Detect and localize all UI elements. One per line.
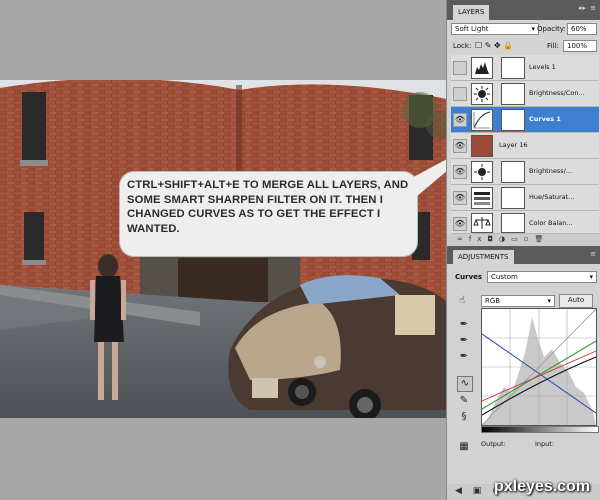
opacity-label: Opacity: xyxy=(537,25,566,33)
layers-panel: LAYERS ◂▸ ≡ Soft Light ▾ Opacity: 60% Lo… xyxy=(446,0,600,246)
tab-layers[interactable]: LAYERS xyxy=(453,5,490,20)
eye-icon[interactable]: 👁 xyxy=(453,217,467,231)
layer-image-thumb xyxy=(471,135,493,157)
curves-adjustment-icon xyxy=(471,109,493,131)
fill-input[interactable]: 100% xyxy=(563,40,597,52)
brightness-adjustment-icon xyxy=(471,161,493,183)
panel-menu-icon[interactable]: ◂▸ ≡ xyxy=(578,4,597,12)
layer-name: Hue/Saturat... xyxy=(529,193,575,201)
layer-row[interactable]: 👁 Hue/Saturat... xyxy=(451,185,599,211)
layer-mask-thumb xyxy=(501,187,525,209)
layer-row[interactable]: 👁 Layer 16 xyxy=(451,133,599,159)
layer-mask-thumb xyxy=(501,213,525,233)
layer-name: Levels 1 xyxy=(529,63,556,71)
site-watermark: pxleyes.com xyxy=(494,478,591,495)
input-label: Input: xyxy=(535,440,555,448)
visibility-toggle[interactable] xyxy=(453,61,467,75)
opacity-input[interactable]: 60% xyxy=(567,23,597,35)
workspace: CTRL+SHIFT+ALT+E TO MERGE ALL LAYERS, AN… xyxy=(0,0,600,500)
fill-value: 100% xyxy=(567,42,588,50)
lock-label: Lock: xyxy=(453,42,472,50)
layer-name: Brightness/... xyxy=(529,167,573,175)
layer-mask-thumb xyxy=(501,161,525,183)
layer-mask-thumb xyxy=(501,83,525,105)
layer-mask-thumb xyxy=(501,57,525,79)
levels-adjustment-icon xyxy=(471,57,493,79)
layers-footer: ∞fx◘◑▭▫🗑 xyxy=(447,234,600,246)
curves-histogram xyxy=(481,308,597,426)
layer-row[interactable]: Levels 1 xyxy=(451,55,599,81)
adjustments-tabbar: ADJUSTMENTS ≡ xyxy=(447,246,600,264)
layer-name: Color Balan... xyxy=(529,219,573,227)
layer-name: Layer 16 xyxy=(499,141,528,149)
layer-name: Brightness/Con... xyxy=(529,89,585,97)
layer-mask-thumb xyxy=(501,109,525,131)
output-label: Output: xyxy=(481,440,506,448)
hand-icon[interactable]: ☝ xyxy=(455,294,469,308)
curves-graph[interactable] xyxy=(481,308,597,426)
auto-label: Auto xyxy=(567,296,585,304)
panel-menu-icon[interactable]: ≡ xyxy=(590,250,597,258)
fill-label: Fill: xyxy=(547,42,559,50)
lock-icons[interactable]: ☐ ✎ ✥ 🔒 xyxy=(475,41,513,50)
tab-adjustments[interactable]: ADJUSTMENTS xyxy=(453,250,514,264)
lock-row: Lock: ☐ ✎ ✥ 🔒 Fill: 100% xyxy=(447,39,600,53)
pencil-icon[interactable]: ✎ xyxy=(457,394,471,408)
blend-mode-value: Soft Light xyxy=(455,25,489,33)
auto-button[interactable]: Auto xyxy=(559,294,593,308)
eye-icon[interactable]: 👁 xyxy=(453,113,467,127)
chevron-down-icon: ▾ xyxy=(531,25,535,33)
input-gradient-bar xyxy=(481,426,599,433)
curves-title: Curves xyxy=(455,273,483,281)
layer-row[interactable]: 👁 Color Balan... xyxy=(451,211,599,234)
eye-icon[interactable]: 👁 xyxy=(453,139,467,153)
chevron-down-icon: ▾ xyxy=(589,273,593,281)
annotation-callout: CTRL+SHIFT+ALT+E TO MERGE ALL LAYERS, AN… xyxy=(120,138,486,256)
chevron-down-icon: ▾ xyxy=(547,297,551,305)
curves-preset-row: Curves Custom ▾ xyxy=(447,270,600,284)
eyedropper-white-icon[interactable]: ✒ xyxy=(457,350,471,364)
channel-value: RGB xyxy=(485,297,501,305)
channel-row: ☝ RGB ▾ Auto xyxy=(447,294,600,308)
preset-value: Custom xyxy=(491,273,518,281)
eyedropper-black-icon[interactable]: ✒ xyxy=(457,318,471,332)
eye-icon[interactable]: 👁 xyxy=(453,165,467,179)
blend-row: Soft Light ▾ Opacity: 60% xyxy=(447,22,600,36)
blend-mode-select[interactable]: Soft Light ▾ xyxy=(451,23,539,35)
visibility-toggle[interactable] xyxy=(453,87,467,101)
smooth-icon[interactable]: § xyxy=(457,410,471,424)
opacity-value: 60% xyxy=(571,25,587,33)
histogram-icon[interactable]: ▦ xyxy=(457,440,471,454)
curve-point-tool-icon[interactable]: ∿ xyxy=(457,376,473,392)
eyedropper-gray-icon[interactable]: ✒ xyxy=(457,334,471,348)
preset-select[interactable]: Custom ▾ xyxy=(487,271,597,283)
callout-text: CTRL+SHIFT+ALT+E TO MERGE ALL LAYERS, AN… xyxy=(127,179,409,235)
layer-row-selected[interactable]: 👁 Curves 1 xyxy=(451,107,599,133)
adjustments-panel: ADJUSTMENTS ≡ Curves Custom ▾ ☝ RGB ▾ Au… xyxy=(446,246,600,500)
layer-row[interactable]: 👁 Brightness/... xyxy=(451,159,599,185)
layer-row[interactable]: Brightness/Con... xyxy=(451,81,599,107)
eye-icon[interactable]: 👁 xyxy=(453,191,467,205)
channel-select[interactable]: RGB ▾ xyxy=(481,295,555,307)
hue-saturation-adjustment-icon xyxy=(471,187,493,209)
color-balance-adjustment-icon xyxy=(471,213,493,233)
layer-name: Curves 1 xyxy=(529,115,561,123)
brightness-adjustment-icon xyxy=(471,83,493,105)
layers-tabbar: LAYERS ◂▸ ≡ xyxy=(447,0,600,20)
layer-action-icons[interactable]: ∞fx◘◑▭▫🗑 xyxy=(457,235,549,243)
